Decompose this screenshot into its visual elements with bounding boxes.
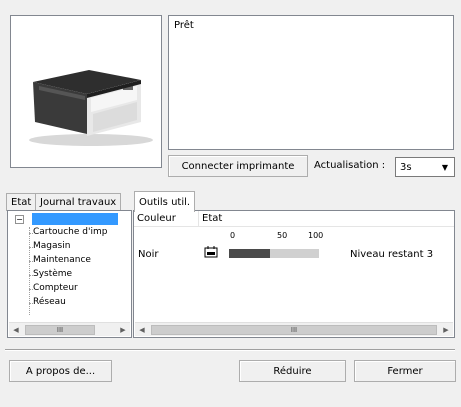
collapse-icon[interactable]: − [15,215,24,224]
scroll-left-icon[interactable]: ◀ [135,323,149,337]
toner-level-fill [229,249,270,258]
tree-item-magasin[interactable]: Magasin [33,241,70,251]
tree-item-cartouche[interactable]: Cartouche d'imp [33,227,107,237]
status-display: Prêt [168,15,454,150]
tree-view[interactable]: − Cartouche d'imp Magasin Maintenance Sy… [7,210,132,338]
scroll-left-icon[interactable]: ◀ [9,323,23,337]
close-button[interactable]: Fermer [354,360,456,382]
scale-label-100: 100 [308,231,324,240]
chevron-down-icon: ▼ [441,162,449,172]
toner-cartridge-icon [204,246,218,258]
tab-etat[interactable]: Etat [6,193,37,211]
printer-image-panel [10,15,162,168]
about-button[interactable]: A propos de... [9,360,112,382]
tree-item-systeme[interactable]: Système [33,269,72,279]
connect-printer-button[interactable]: Connecter imprimante [168,155,308,177]
toner-horizontal-scrollbar[interactable]: ◀ III ▶ [135,322,453,336]
tree-horizontal-scrollbar[interactable]: ◀ III ▶ [9,322,130,336]
tab-outils-util[interactable]: Outils util. [134,191,196,212]
toner-level-text: Niveau restant 3 [350,249,434,260]
tree-item-maintenance[interactable]: Maintenance [33,255,91,265]
refresh-interval-select[interactable]: 3s ▼ [395,157,455,177]
toner-color-label: Noir [138,249,159,260]
refresh-interval-value: 3s [400,162,412,173]
footer-separator [5,349,455,351]
scroll-thumb[interactable]: III [151,325,437,335]
reduce-button[interactable]: Réduire [239,360,346,382]
tree-item-compteur[interactable]: Compteur [33,283,78,293]
scale-label-0: 0 [230,231,236,240]
tab-journal-travaux[interactable]: Journal travaux [35,193,122,211]
column-header-etat[interactable]: Etat [199,211,454,226]
scale-label-50: 50 [277,231,288,240]
printer-icon [29,70,153,146]
tree-item-reseau[interactable]: Réseau [33,297,66,307]
scroll-thumb[interactable]: III [25,325,95,335]
scroll-right-icon[interactable]: ▶ [439,323,453,337]
scroll-right-icon[interactable]: ▶ [116,323,130,337]
refresh-label: Actualisation : [314,160,386,171]
toner-status-panel: Couleur Etat 0 50 100 Noir Niveau restan… [133,210,455,338]
tree-connector [29,227,30,315]
tree-root-item[interactable] [32,213,118,225]
toner-level-bar [229,249,319,258]
column-header-couleur[interactable]: Couleur [134,211,199,226]
header-divider [134,226,454,227]
status-text: Prêt [174,20,194,31]
